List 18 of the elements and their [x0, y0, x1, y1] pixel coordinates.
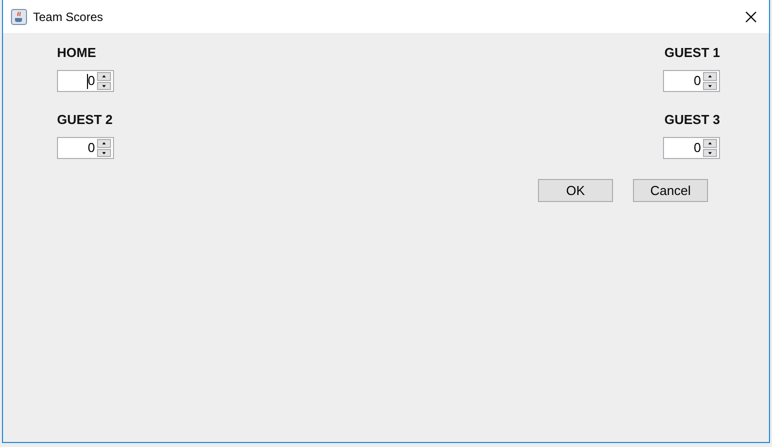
- ok-button[interactable]: OK: [538, 179, 613, 202]
- window-title: Team Scores: [33, 10, 104, 24]
- score-field[interactable]: 0: [664, 138, 703, 158]
- score-spinner[interactable]: 0: [57, 70, 114, 92]
- score-spinner[interactable]: 0: [663, 137, 720, 159]
- score-field[interactable]: 0: [58, 138, 97, 158]
- score-spinner[interactable]: 0: [663, 70, 720, 92]
- team-label: GUEST 3: [664, 112, 720, 127]
- score-field[interactable]: 0: [58, 71, 97, 91]
- cancel-button[interactable]: Cancel: [633, 179, 708, 202]
- coffee-cup-icon: [11, 8, 27, 24]
- team-label: HOME: [57, 45, 96, 60]
- close-icon[interactable]: [745, 10, 757, 22]
- text-cursor: [86, 74, 88, 88]
- team-label: GUEST 2: [57, 112, 113, 127]
- team-label: GUEST 1: [664, 45, 720, 60]
- score-field[interactable]: 0: [664, 71, 703, 91]
- score-spinner[interactable]: 0: [57, 137, 114, 159]
